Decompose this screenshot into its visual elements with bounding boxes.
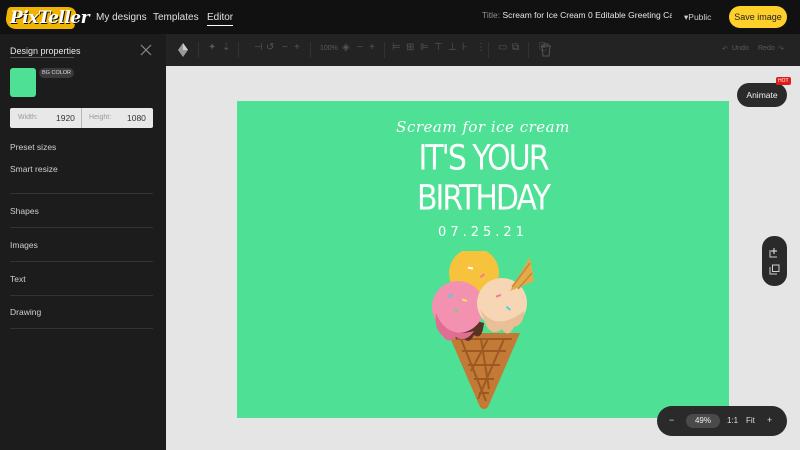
design-properties-panel: Design properties BG COLOR Width: 1920 H… <box>0 34 166 450</box>
add-page-icon[interactable] <box>769 247 780 258</box>
redo-icon[interactable]: ↷ <box>778 45 784 53</box>
undo-icon[interactable]: ↶ <box>722 45 728 53</box>
smart-resize-link[interactable]: Smart resize <box>10 164 58 174</box>
close-icon[interactable] <box>139 43 153 57</box>
flip-icon[interactable]: ⊣ <box>254 42 263 53</box>
minus-icon[interactable]: − <box>357 42 363 53</box>
panel-title: Design properties <box>10 46 81 56</box>
panel-title-underline <box>10 57 74 58</box>
canvas-headline-2[interactable]: BIRTHDAY <box>237 178 729 218</box>
zoom-percent[interactable]: 49% <box>686 414 720 428</box>
panel-item-shapes[interactable]: Shapes <box>10 206 39 216</box>
bg-color-label: BG COLOR <box>39 68 75 78</box>
divider <box>10 328 153 329</box>
nav-my-designs[interactable]: My designs <box>96 12 147 23</box>
group-icon[interactable]: ⧉ <box>512 42 519 53</box>
toolbar-divider <box>310 42 311 58</box>
divider <box>10 261 153 262</box>
title-label: Title: <box>482 10 501 20</box>
height-value: 1080 <box>127 113 146 123</box>
align-middle-icon[interactable]: ⊥ <box>448 42 457 53</box>
design-title-field[interactable]: Title: Scream for Ice Cream 0 Editable G… <box>482 10 672 26</box>
width-label: Width: <box>18 114 38 121</box>
plus-icon[interactable]: + <box>369 42 375 53</box>
canvas-headline-1[interactable]: IT'S YOUR <box>237 138 729 178</box>
width-value: 1920 <box>56 113 75 123</box>
panel-item-text[interactable]: Text <box>10 274 26 284</box>
panel-item-drawing[interactable]: Drawing <box>10 307 41 317</box>
height-label: Height: <box>89 114 112 121</box>
align-right-icon[interactable]: ⊫ <box>420 42 429 53</box>
distribute-icon[interactable]: ⋮ <box>476 42 486 53</box>
bg-color-swatch[interactable] <box>10 68 36 97</box>
ice-cream-cone-illustration[interactable] <box>426 251 541 411</box>
move-forward-icon[interactable]: ✦ <box>208 42 216 53</box>
move-backward-icon[interactable]: ⇣ <box>222 42 230 53</box>
plus-icon[interactable]: + <box>294 42 300 53</box>
align-top-icon[interactable]: ⊤ <box>434 42 443 53</box>
redo-button[interactable]: Redo <box>758 45 775 52</box>
zoom-in-button[interactable]: + <box>767 415 772 425</box>
toolbar-divider <box>528 42 529 58</box>
duplicate-page-icon[interactable] <box>769 264 780 275</box>
divider <box>10 295 153 296</box>
preset-sizes-link[interactable]: Preset sizes <box>10 142 56 152</box>
rotate-left-icon[interactable]: ↺ <box>266 42 274 53</box>
zoom-fit-button[interactable]: Fit <box>746 416 755 425</box>
align-center-icon[interactable]: ⊞ <box>406 42 414 53</box>
logo-text: PixTeller <box>10 8 90 28</box>
divider <box>10 193 153 194</box>
opacity-icon[interactable]: ◈ <box>342 42 350 53</box>
page-actions-pill <box>762 236 787 286</box>
nav-editor[interactable]: Editor <box>207 12 234 26</box>
pixteller-logo[interactable]: PixTeller <box>4 5 90 31</box>
align-left-icon[interactable]: ⊨ <box>392 42 401 53</box>
align-bottom-icon[interactable]: ⊦ <box>462 42 467 53</box>
height-field[interactable]: Height: 1080 <box>82 108 153 128</box>
design-canvas[interactable]: Scream for ice cream IT'S YOUR BIRTHDAY … <box>237 101 729 418</box>
toolbar-divider <box>238 42 239 58</box>
visibility-dropdown[interactable]: ▾Public <box>684 12 711 23</box>
zoom-controls: − 49% 1:1 Fit + <box>657 406 787 436</box>
opacity-value: 100% <box>320 45 338 52</box>
zoom-one-to-one-button[interactable]: 1:1 <box>727 416 738 425</box>
hot-badge: HOT <box>776 77 791 85</box>
canvas-script-text[interactable]: Scream for ice cream <box>237 118 729 136</box>
width-field[interactable]: Width: 1920 <box>10 108 81 128</box>
minus-icon[interactable]: − <box>282 42 288 53</box>
undo-button[interactable]: Undo <box>732 45 749 52</box>
divider <box>10 227 153 228</box>
workspace: Scream for ice cream IT'S YOUR BIRTHDAY … <box>166 66 800 450</box>
editor-toolbar: ✦ ⇣ ⊣ ↺ − + 100% ◈ − + ⊨ ⊞ ⊫ ⊤ ⊥ ⊦ ⋮ ▭ ⧉… <box>166 34 800 66</box>
panel-item-images[interactable]: Images <box>10 240 38 250</box>
toolbar-divider <box>488 42 489 58</box>
zoom-out-button[interactable]: − <box>669 415 674 425</box>
layer-diamond-icon[interactable] <box>177 42 189 58</box>
top-bar: PixTeller My designs Templates Editor Ti… <box>0 0 800 34</box>
save-image-button[interactable]: Save image <box>729 6 787 28</box>
canvas-dimensions: Width: 1920 Height: 1080 <box>10 108 153 128</box>
canvas-date[interactable]: 07.25.21 <box>237 225 729 240</box>
title-value: Scream for Ice Cream 0 Editable Greeting… <box>502 10 672 20</box>
visibility-label: Public <box>688 12 712 22</box>
toolbar-divider <box>198 42 199 58</box>
trash-icon[interactable] <box>540 43 552 57</box>
nav-templates[interactable]: Templates <box>153 12 199 23</box>
animate-button[interactable]: Animate <box>737 83 787 107</box>
lock-icon[interactable]: ▭ <box>498 42 507 53</box>
toolbar-divider <box>384 42 385 58</box>
